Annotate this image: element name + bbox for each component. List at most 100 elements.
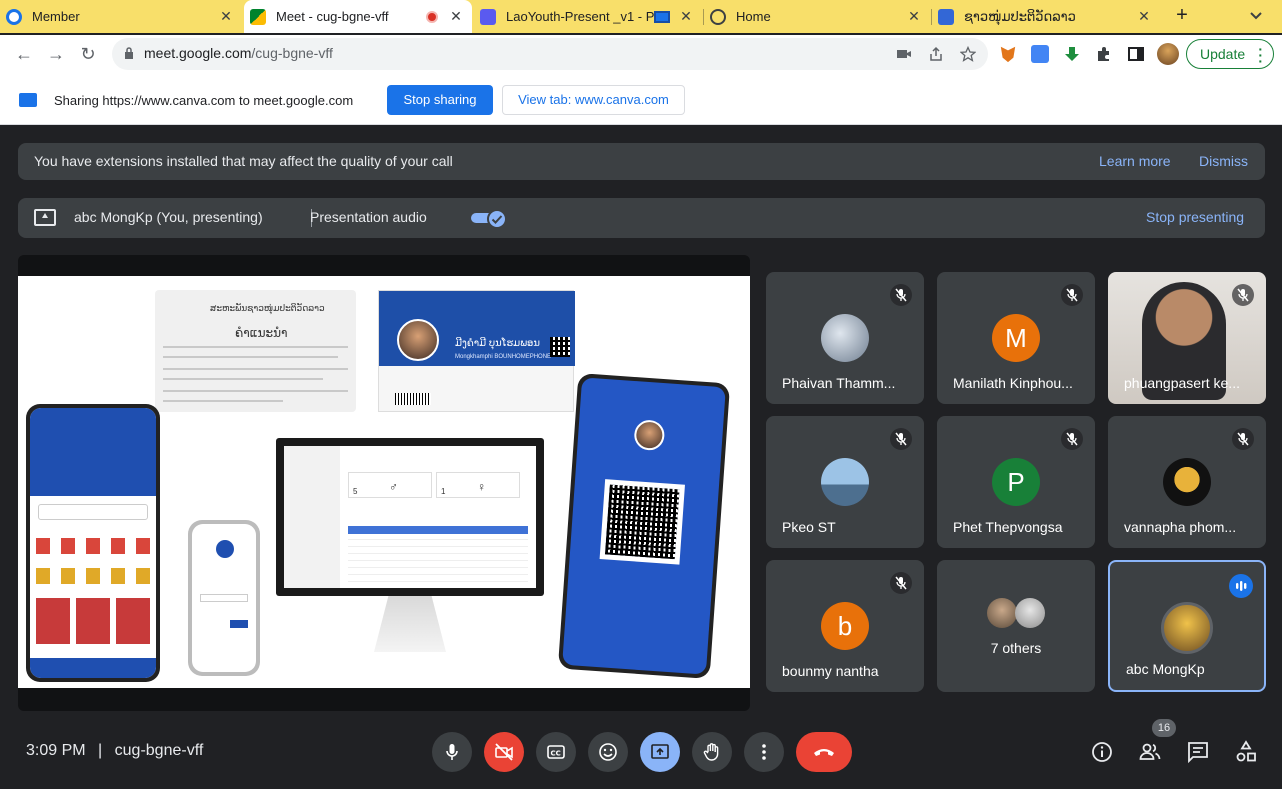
people-icon[interactable] (1138, 740, 1162, 764)
mic-off-icon (1232, 284, 1254, 306)
participant-tile[interactable]: Pkeo ST (766, 416, 924, 548)
app-tabbar (30, 658, 156, 678)
present-now-button[interactable] (640, 732, 680, 772)
speaking-indicator-icon (1229, 574, 1253, 598)
reactions-button[interactable] (588, 732, 628, 772)
meet-call-area: You have extensions installed that may a… (0, 125, 1282, 789)
text-line (163, 390, 348, 392)
member-card: ມີງຄຳມີ ບຸນໂຮມພອນ Mongkhamphi BOUNHOMEPH… (378, 290, 575, 412)
update-button[interactable]: Update · · · (1186, 39, 1274, 69)
url-text: meet.google.com/cug-bgne-vff (144, 45, 333, 61)
people-count-badge: 16 (1152, 719, 1176, 737)
back-button[interactable]: ← (14, 44, 34, 64)
view-tab-button[interactable]: View tab: www.canva.com (502, 85, 685, 115)
tab-home[interactable]: Home ✕ (704, 0, 930, 33)
tab-meet[interactable]: Meet - cug-bgne-vff ✕ (244, 0, 472, 33)
tab-lao-youth-site[interactable]: ຊາວໜຸ່ມປະຕິວັດລາວ ✕ (932, 0, 1160, 33)
participant-avatar (821, 458, 869, 506)
stop-presenting-button[interactable]: Stop presenting (1146, 209, 1244, 225)
login-button (230, 620, 248, 628)
more-vert-icon (762, 744, 766, 760)
update-label: Update (1200, 46, 1246, 62)
mic-off-icon (890, 284, 912, 306)
presentation-audio-label: Presentation audio (310, 209, 427, 225)
self-participant-tile[interactable]: abc MongKp (1108, 560, 1266, 692)
presentation-audio-toggle[interactable] (471, 209, 507, 229)
login-field (200, 594, 248, 602)
tab-member[interactable]: Member ✕ (0, 0, 242, 33)
phone-screen (192, 524, 256, 672)
tab-search-chevron-icon[interactable] (1246, 8, 1266, 24)
lock-icon (125, 47, 133, 59)
check-icon (491, 215, 503, 224)
mic-off-icon (1232, 428, 1254, 450)
app-header (30, 408, 156, 496)
text-line (163, 368, 348, 370)
translate-extension-icon[interactable] (1031, 45, 1049, 63)
close-icon[interactable]: ✕ (678, 8, 694, 25)
address-bar[interactable]: meet.google.com/cug-bgne-vff (112, 38, 988, 70)
bookmark-star-icon[interactable] (960, 46, 976, 62)
more-options-button[interactable] (744, 732, 784, 772)
close-icon[interactable]: ✕ (448, 8, 464, 25)
male-count: 5 (353, 487, 358, 496)
stop-sharing-button[interactable]: Stop sharing (387, 85, 493, 115)
participant-tile[interactable]: vannapha phom... (1108, 416, 1266, 548)
toggle-knob (487, 209, 507, 229)
close-icon[interactable]: ✕ (906, 8, 922, 25)
download-extension-icon[interactable] (1063, 45, 1081, 63)
qr-code (550, 337, 570, 357)
camera-off-button[interactable] (484, 732, 524, 772)
activities-icon[interactable] (1234, 740, 1258, 764)
close-icon[interactable]: ✕ (218, 8, 234, 25)
camera-icon[interactable] (896, 46, 912, 62)
leave-call-button[interactable] (796, 732, 852, 772)
tab-strip: Member ✕ Meet - cug-bgne-vff ✕ LaoYouth-… (0, 0, 1282, 33)
dismiss-button[interactable]: Dismiss (1199, 153, 1248, 169)
participant-tile[interactable]: P Phet Thepvongsa (937, 416, 1095, 548)
female-count: 1 (441, 487, 446, 496)
meeting-details-info-icon[interactable] (1090, 740, 1114, 764)
participant-name: abc MongKp (1126, 661, 1205, 677)
participant-tile-video[interactable]: phuangpasert ke... (1108, 272, 1266, 404)
participant-tile[interactable]: b bounmy nantha (766, 560, 924, 692)
stat-box-male: 5 ♂ (348, 472, 432, 498)
participant-name: phuangpasert ke... (1124, 375, 1240, 391)
forward-button[interactable]: → (46, 44, 66, 64)
presenter-label: abc MongKp (You, presenting) (74, 209, 263, 225)
extensions-puzzle-icon[interactable] (1095, 45, 1113, 63)
sharing-infobar: Sharing https://www.canva.com to meet.go… (0, 75, 1282, 125)
captions-button[interactable]: CC (536, 732, 576, 772)
text-line (163, 378, 323, 380)
female-icon: ♀ (477, 480, 486, 494)
chat-icon[interactable] (1186, 740, 1210, 764)
participant-tile[interactable]: M Manilath Kinphou... (937, 272, 1095, 404)
profile-avatar[interactable] (1157, 43, 1179, 65)
new-tab-button[interactable]: + (1171, 5, 1193, 27)
member-name: ມີງຄຳມີ ບຸນໂຮມພອນ (455, 338, 540, 349)
participant-avatar: b (821, 602, 869, 650)
member-photo (397, 319, 439, 361)
qr-code (599, 479, 685, 565)
others-tile[interactable]: 7 others (937, 560, 1095, 692)
instruction-card: ສະຫະພັນຊາວໜຸ່ມປະຕິວັດລາວ ຄຳແນະນຳ (155, 290, 356, 412)
presentation-stage: ສະຫະພັນຊາວໜຸ່ມປະຕິວັດລາວ ຄຳແນະນຳ ມີງຄຳມີ… (18, 255, 750, 711)
participant-tile[interactable]: Phaivan Thamm... (766, 272, 924, 404)
side-panel-icon[interactable] (1127, 45, 1145, 63)
barcode (395, 393, 431, 405)
tab-title: Member (32, 9, 80, 24)
tab-laoyouth-present[interactable]: LaoYouth-Present _v1 - P ✕ (474, 0, 702, 33)
male-icon: ♂ (389, 480, 398, 494)
share-icon[interactable] (928, 46, 944, 62)
phone-mockup-left (26, 404, 160, 682)
screen-share-icon (654, 10, 670, 23)
microphone-button[interactable] (432, 732, 472, 772)
close-icon[interactable]: ✕ (1136, 8, 1152, 25)
mic-off-icon (890, 428, 912, 450)
raise-hand-button[interactable] (692, 732, 732, 772)
reload-button[interactable]: ↻ (78, 44, 98, 64)
app-icon-row (36, 568, 150, 584)
canva-favicon-icon (480, 8, 496, 25)
learn-more-link[interactable]: Learn more (1099, 153, 1171, 169)
monitor-screen: 5 ♂ 1 ♀ (284, 446, 536, 588)
